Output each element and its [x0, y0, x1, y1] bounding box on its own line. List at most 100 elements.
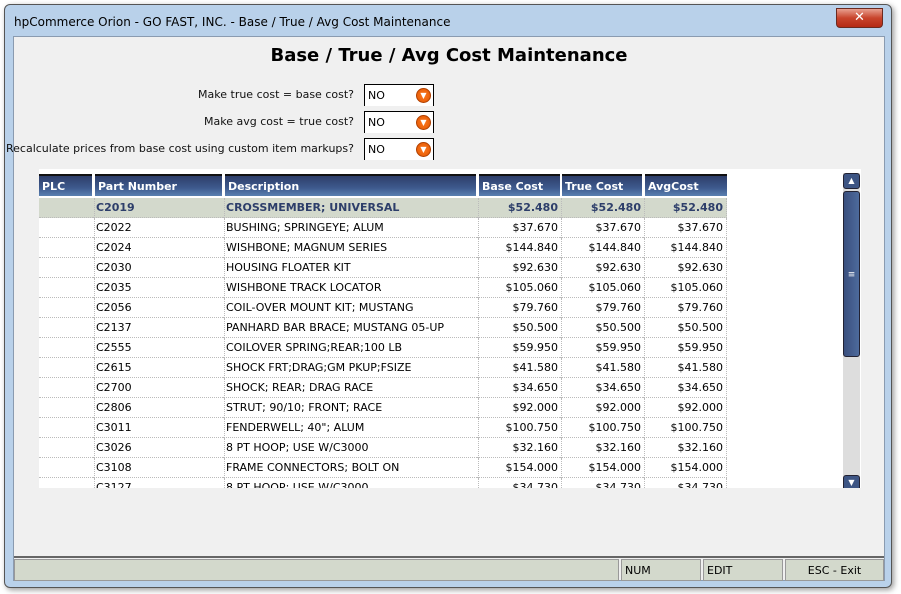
option-label: Make true cost = base cost?: [198, 88, 354, 101]
table-cell: [39, 438, 95, 458]
table-cell: $92.000: [643, 398, 727, 418]
table-cell: 8 PT HOOP; USE W/C3000: [223, 478, 479, 488]
column-header[interactable]: AvgCost: [645, 174, 727, 196]
table-cell: C2700: [93, 378, 225, 398]
table-cell: [39, 218, 95, 238]
table-cell: WISHBONE TRACK LOCATOR: [223, 278, 479, 298]
table-cell: $34.730: [643, 478, 727, 488]
table-cell: [39, 258, 95, 278]
table-cell: $37.670: [643, 218, 727, 238]
table-row[interactable]: C2615 SHOCK FRT;DRAG;GM PKUP;FSIZE $41.580…: [39, 358, 727, 378]
table-cell: C3127: [93, 478, 225, 488]
table-cell: $41.580: [643, 358, 727, 378]
table-cell: $79.760: [643, 298, 727, 318]
close-button[interactable]: ✕: [836, 8, 883, 28]
table-cell: $105.060: [643, 278, 727, 298]
table-cell: [39, 338, 95, 358]
column-header[interactable]: True Cost: [562, 174, 642, 196]
table-cell: $34.730: [560, 478, 645, 488]
option-select[interactable]: NO ▼: [364, 138, 434, 160]
table-row[interactable]: C3108 FRAME CONNECTORS; BOLT ON $154.000 $1…: [39, 458, 727, 478]
vertical-scrollbar[interactable]: ▲ ≡ ▼: [843, 173, 860, 488]
column-header[interactable]: Description: [225, 174, 476, 196]
table-cell: STRUT; 90/10; FRONT; RACE: [223, 398, 479, 418]
table-cell: C2030: [93, 258, 225, 278]
table-cell: $34.730: [477, 478, 562, 488]
table-cell: $52.480: [560, 198, 645, 218]
app-window: hpCommerce Orion - GO FAST, INC. - Base …: [4, 4, 892, 588]
table-cell: $92.630: [643, 258, 727, 278]
client-area: Base / True / Avg Cost Maintenance Make …: [6, 36, 885, 581]
column-header[interactable]: PLC: [39, 174, 92, 196]
column-header[interactable]: Part Number: [95, 174, 222, 196]
table-row[interactable]: C2024 WISHBONE; MAGNUM SERIES $144.840 $144…: [39, 238, 727, 258]
table-cell: WISHBONE; MAGNUM SERIES: [223, 238, 479, 258]
table-cell: [39, 458, 95, 478]
option-value: NO: [368, 89, 385, 102]
table-row[interactable]: C2019 CROSSMEMBER; UNIVERSAL $52.480 $52.48…: [39, 198, 727, 218]
page-title: Base / True / Avg Cost Maintenance: [270, 45, 628, 66]
table-cell: $100.750: [643, 418, 727, 438]
table-cell: FRAME CONNECTORS; BOLT ON: [223, 458, 479, 478]
table-row[interactable]: C2035 WISHBONE TRACK LOCATOR $105.060 $105.…: [39, 278, 727, 298]
scroll-down-button[interactable]: ▼: [843, 475, 860, 488]
table-cell: C3026: [93, 438, 225, 458]
table-cell: $154.000: [477, 458, 562, 478]
dropdown-arrow-icon[interactable]: ▼: [416, 88, 431, 103]
scroll-thumb[interactable]: ≡: [843, 191, 860, 357]
table-cell: $92.630: [477, 258, 562, 278]
table-cell: $50.500: [477, 318, 562, 338]
column-header[interactable]: Base Cost: [479, 174, 560, 196]
table-cell: $144.840: [643, 238, 727, 258]
table-row[interactable]: C2555 COILOVER SPRING;REAR;100 LB $59.950 $…: [39, 338, 727, 358]
table-cell: C2056: [93, 298, 225, 318]
table-cell: C2615: [93, 358, 225, 378]
table-cell: $34.650: [477, 378, 562, 398]
close-icon: ✕: [854, 10, 865, 25]
table-cell: [39, 198, 95, 218]
dropdown-arrow-icon[interactable]: ▼: [416, 142, 431, 157]
table-cell: [39, 478, 95, 488]
table-row[interactable]: C2700 SHOCK; REAR; DRAG RACE $34.650 $34.65…: [39, 378, 727, 398]
status-edit: EDIT: [703, 559, 783, 581]
divider: [14, 556, 884, 558]
table-row[interactable]: C2056 COIL-OVER MOUNT KIT; MUSTANG $79.760…: [39, 298, 727, 318]
table-row[interactable]: C3026 8 PT HOOP; USE W/C3000 $32.160 $32.16…: [39, 438, 727, 458]
table-row[interactable]: C3011 FENDERWELL; 40"; ALUM $100.750 $100.7…: [39, 418, 727, 438]
table-cell: COIL-OVER MOUNT KIT; MUSTANG: [223, 298, 479, 318]
table-row[interactable]: C3127 8 PT HOOP; USE W/C3000 $34.730 $34.73…: [39, 478, 727, 488]
table-cell: $92.000: [477, 398, 562, 418]
scroll-up-button[interactable]: ▲: [843, 173, 860, 189]
status-num: NUM: [621, 559, 701, 581]
table-cell: [39, 278, 95, 298]
table-cell: C2555: [93, 338, 225, 358]
table-cell: $50.500: [643, 318, 727, 338]
table-cell: C2024: [93, 238, 225, 258]
table-cell: $92.630: [560, 258, 645, 278]
table-cell: $32.160: [477, 438, 562, 458]
option-row: Recalculate prices from base cost using …: [6, 138, 884, 160]
table-cell: $105.060: [477, 278, 562, 298]
window-title: hpCommerce Orion - GO FAST, INC. - Base …: [14, 15, 451, 29]
table-cell: $34.650: [560, 378, 645, 398]
option-value: NO: [368, 116, 385, 129]
table-row[interactable]: C2806 STRUT; 90/10; FRONT; RACE $92.000 $92…: [39, 398, 727, 418]
option-select[interactable]: NO ▼: [364, 84, 434, 106]
table-cell: $41.580: [477, 358, 562, 378]
table-row[interactable]: C2137 PANHARD BAR BRACE; MUSTANG 05-UP $50…: [39, 318, 727, 338]
dropdown-arrow-icon[interactable]: ▼: [416, 115, 431, 130]
table-cell: [39, 298, 95, 318]
table-cell: $79.760: [560, 298, 645, 318]
table-row[interactable]: C2022 BUSHING; SPRINGEYE; ALUM $37.670 $37.…: [39, 218, 727, 238]
status-exit[interactable]: ESC - Exit: [785, 559, 884, 581]
table-cell: C3108: [93, 458, 225, 478]
table-cell: C2035: [93, 278, 225, 298]
table-cell: [39, 378, 95, 398]
table-cell: $32.160: [560, 438, 645, 458]
table-cell: $52.480: [643, 198, 727, 218]
table-row[interactable]: C2030 HOUSING FLOATER KIT $92.630 $92.630 $9…: [39, 258, 727, 278]
option-select[interactable]: NO ▼: [364, 111, 434, 133]
table-cell: COILOVER SPRING;REAR;100 LB: [223, 338, 479, 358]
table-cell: $100.750: [560, 418, 645, 438]
table-cell: SHOCK; REAR; DRAG RACE: [223, 378, 479, 398]
